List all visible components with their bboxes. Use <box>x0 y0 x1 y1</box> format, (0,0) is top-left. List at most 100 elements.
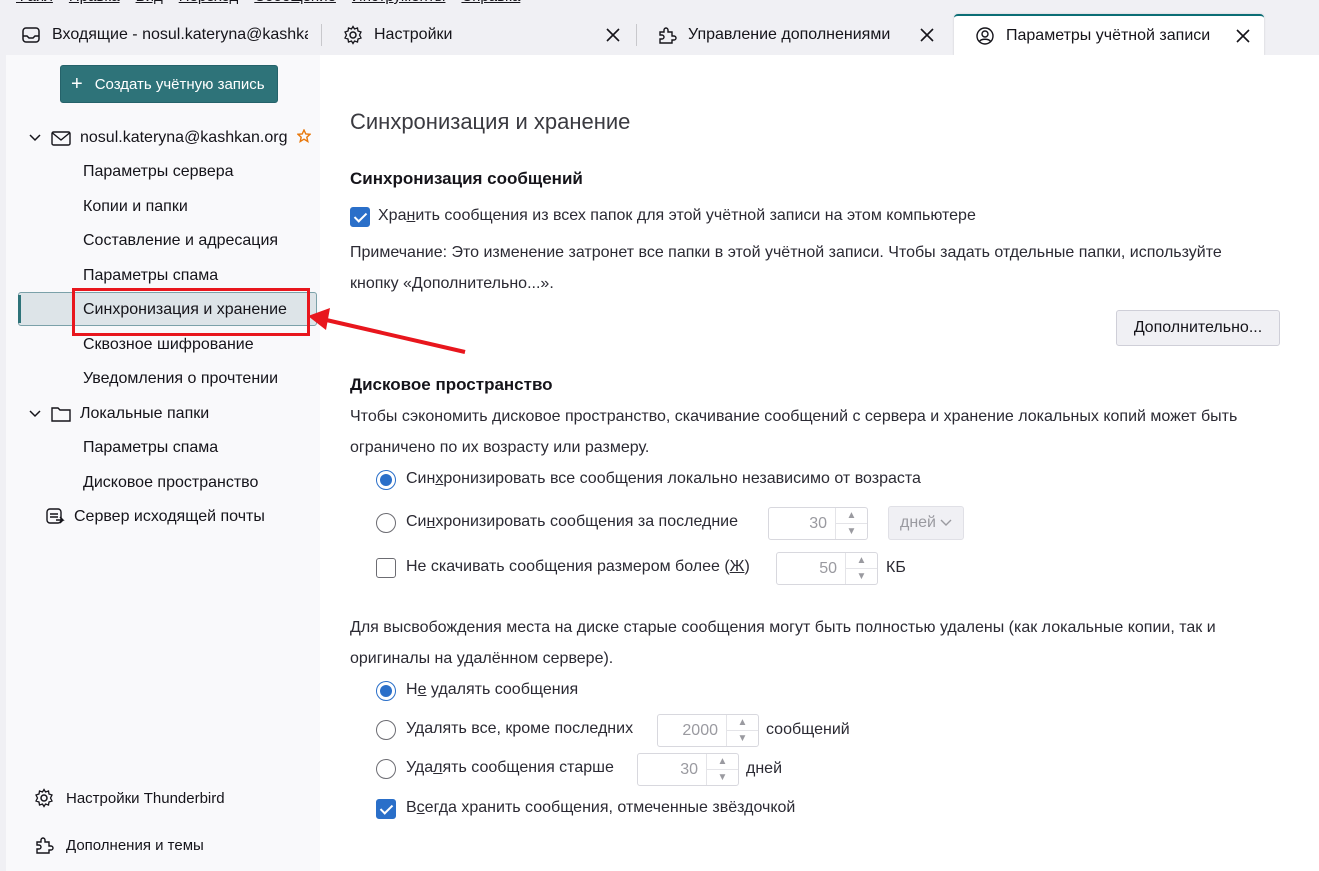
sidebar-item-receipts[interactable]: Уведомления о прочтении <box>83 364 278 394</box>
no-delete-radio[interactable] <box>376 681 396 701</box>
delete-desc-line2: оригиналы на удалённом сервере). <box>350 650 614 667</box>
sync-days-stepper[interactable]: 30 ▲ ▼ <box>768 507 868 540</box>
sidebar-item-local-junk[interactable]: Параметры спама <box>83 433 218 463</box>
delete-all-but-radio[interactable] <box>376 720 396 740</box>
chevron-down-icon[interactable]: ▼ <box>707 770 738 785</box>
menu-item[interactable]: Файл <box>16 0 53 5</box>
annotation-arrow <box>308 308 466 354</box>
sidebar-item-label: Дисковое пространство <box>83 474 259 491</box>
menu-item[interactable]: Вид <box>136 0 163 5</box>
delete-desc-line1: Для высвобождения места на диске старые … <box>350 619 1216 636</box>
sync-last-label[interactable]: Синхронизировать сообщения за последние <box>406 513 738 531</box>
sidebar-item-label: Параметры спама <box>83 267 219 284</box>
menu-item[interactable]: Переход <box>179 0 239 5</box>
sync-days-value: 30 <box>809 514 827 532</box>
tab-settings[interactable]: Настройки <box>322 14 634 56</box>
chevron-down-icon[interactable]: ▼ <box>836 524 867 539</box>
disk-desc-line2: ограничено по их возрасту или размеру. <box>350 439 650 456</box>
sidebar-item-label: Составление и адресация <box>83 232 279 249</box>
tab-account-settings[interactable]: Параметры учётной записи <box>954 14 1264 56</box>
chevron-up-icon[interactable]: ▲ <box>727 715 758 731</box>
delete-days-stepper[interactable]: 30 ▲ ▼ <box>637 753 739 786</box>
sidebar-item-label: Сквозное шифрование <box>83 336 254 353</box>
advanced-button[interactable]: Дополнительно... <box>1116 310 1280 346</box>
sidebar-item-copies-folders[interactable]: Копии и папки <box>83 192 188 222</box>
delete-count-unit: сообщений <box>766 721 850 738</box>
chevron-down-icon <box>940 514 952 532</box>
size-limit-checkbox[interactable] <box>376 558 396 578</box>
gear-icon <box>32 788 56 808</box>
tab-inbox[interactable]: Входящие - nosul.kateryna@kashkan.org <box>0 14 318 56</box>
delete-count-stepper[interactable]: 2000 ▲ ▼ <box>657 714 759 747</box>
sync-note-line2: кнопку «Дополнительно...». <box>350 275 554 292</box>
page-title: Синхронизация и хранение <box>350 109 631 134</box>
sidebar-item-label: Уведомления о прочтении <box>83 370 279 387</box>
keep-starred-checkbox[interactable] <box>376 799 396 819</box>
tab-account-settings-label: Параметры учётной записи <box>1006 27 1211 44</box>
size-limit-value: 50 <box>819 559 837 577</box>
chevron-down-icon[interactable]: ▼ <box>846 569 877 584</box>
outgoing-server-icon <box>44 507 66 527</box>
tab-settings-label: Настройки <box>374 26 453 43</box>
menu-item[interactable]: Правка <box>69 0 120 5</box>
close-icon[interactable] <box>1232 25 1254 47</box>
create-account-button[interactable]: + Создать учётную запись <box>60 65 278 103</box>
sidebar-item-server-settings[interactable]: Параметры сервера <box>83 157 234 187</box>
menu-item[interactable]: Справка <box>461 0 520 5</box>
account-email-label: nosul.kateryna@kashkan.org <box>80 129 288 146</box>
delete-older-radio[interactable] <box>376 759 396 779</box>
sync-heading: Синхронизация сообщений <box>350 169 583 188</box>
addons-themes-link[interactable]: Дополнения и темы <box>32 830 204 860</box>
settings-panel: Синхронизация и хранение Синхронизация с… <box>320 55 1319 871</box>
chevron-down-icon[interactable]: ▼ <box>727 731 758 746</box>
account-row[interactable]: nosul.kateryna@kashkan.org <box>26 123 313 153</box>
sidebar-item-label: Параметры сервера <box>83 163 234 180</box>
tab-addons-label: Управление дополнениями <box>688 26 891 43</box>
chevron-up-icon[interactable]: ▲ <box>836 508 867 524</box>
sync-note-line1: Примечание: Это изменение затронет все п… <box>350 244 1222 261</box>
tab-addons[interactable]: Управление дополнениями <box>636 14 948 56</box>
chevron-up-icon[interactable]: ▲ <box>846 553 877 569</box>
size-limit-label[interactable]: Не скачивать сообщения размером более (Ж… <box>406 558 750 576</box>
mail-account-icon <box>50 129 72 147</box>
sidebar-item-junk[interactable]: Параметры спама <box>83 261 218 291</box>
chevron-down-icon[interactable] <box>26 410 44 418</box>
keep-messages-label[interactable]: Хранить сообщения из всех папок для этой… <box>378 207 976 225</box>
local-folders-row[interactable]: Локальные папки <box>26 399 209 429</box>
thunderbird-settings-link[interactable]: Настройки Thunderbird <box>32 783 225 813</box>
close-icon[interactable] <box>602 24 624 46</box>
size-unit-label: КБ <box>886 559 906 576</box>
thunderbird-settings-label: Настройки Thunderbird <box>66 789 225 807</box>
delete-count-value: 2000 <box>682 721 718 739</box>
no-delete-label[interactable]: Не удалять сообщения <box>406 681 578 699</box>
sidebar-item-composition[interactable]: Составление и адресация <box>83 226 278 256</box>
tab-strip: Входящие - nosul.kateryna@kashkan.org На… <box>0 8 1319 56</box>
menu-item[interactable]: Сообщение <box>254 0 336 5</box>
sidebar-item-outgoing-server[interactable]: Сервер исходящей почты <box>44 502 265 532</box>
sync-all-label[interactable]: Синхронизировать все сообщения локально … <box>406 470 921 488</box>
sync-unit-select[interactable]: дней <box>888 506 964 540</box>
plus-icon: + <box>71 73 83 95</box>
delete-all-but-label[interactable]: Удалять все, кроме последних <box>406 720 633 738</box>
star-icon <box>296 127 313 148</box>
tab-inbox-label: Входящие - nosul.kateryna@kashkan.org <box>52 26 308 43</box>
local-folders-label: Локальные папки <box>80 405 210 422</box>
close-icon[interactable] <box>916 24 938 46</box>
delete-days-value: 30 <box>680 760 698 778</box>
chevron-up-icon[interactable]: ▲ <box>707 754 738 770</box>
disk-desc-line1: Чтобы сэкономить дисковое пространство, … <box>350 408 1238 425</box>
sync-all-radio[interactable] <box>376 470 396 490</box>
menu-item[interactable]: Инструменты <box>352 0 446 5</box>
gear-icon <box>342 24 364 46</box>
create-account-label: Создать учётную запись <box>94 75 265 93</box>
annotation-highlight-box <box>72 288 310 336</box>
keep-starred-label[interactable]: Всегда хранить сообщения, отмеченные звё… <box>406 799 795 817</box>
sync-last-radio[interactable] <box>376 513 396 533</box>
delete-older-label[interactable]: Удалять сообщения старше <box>406 759 614 777</box>
keep-messages-checkbox[interactable] <box>350 207 370 227</box>
size-limit-stepper[interactable]: 50 ▲ ▼ <box>776 552 878 585</box>
delete-days-unit: дней <box>746 760 783 777</box>
sidebar-item-disk-space[interactable]: Дисковое пространство <box>83 468 258 498</box>
puzzle-icon <box>32 835 56 855</box>
chevron-down-icon[interactable] <box>26 134 44 142</box>
